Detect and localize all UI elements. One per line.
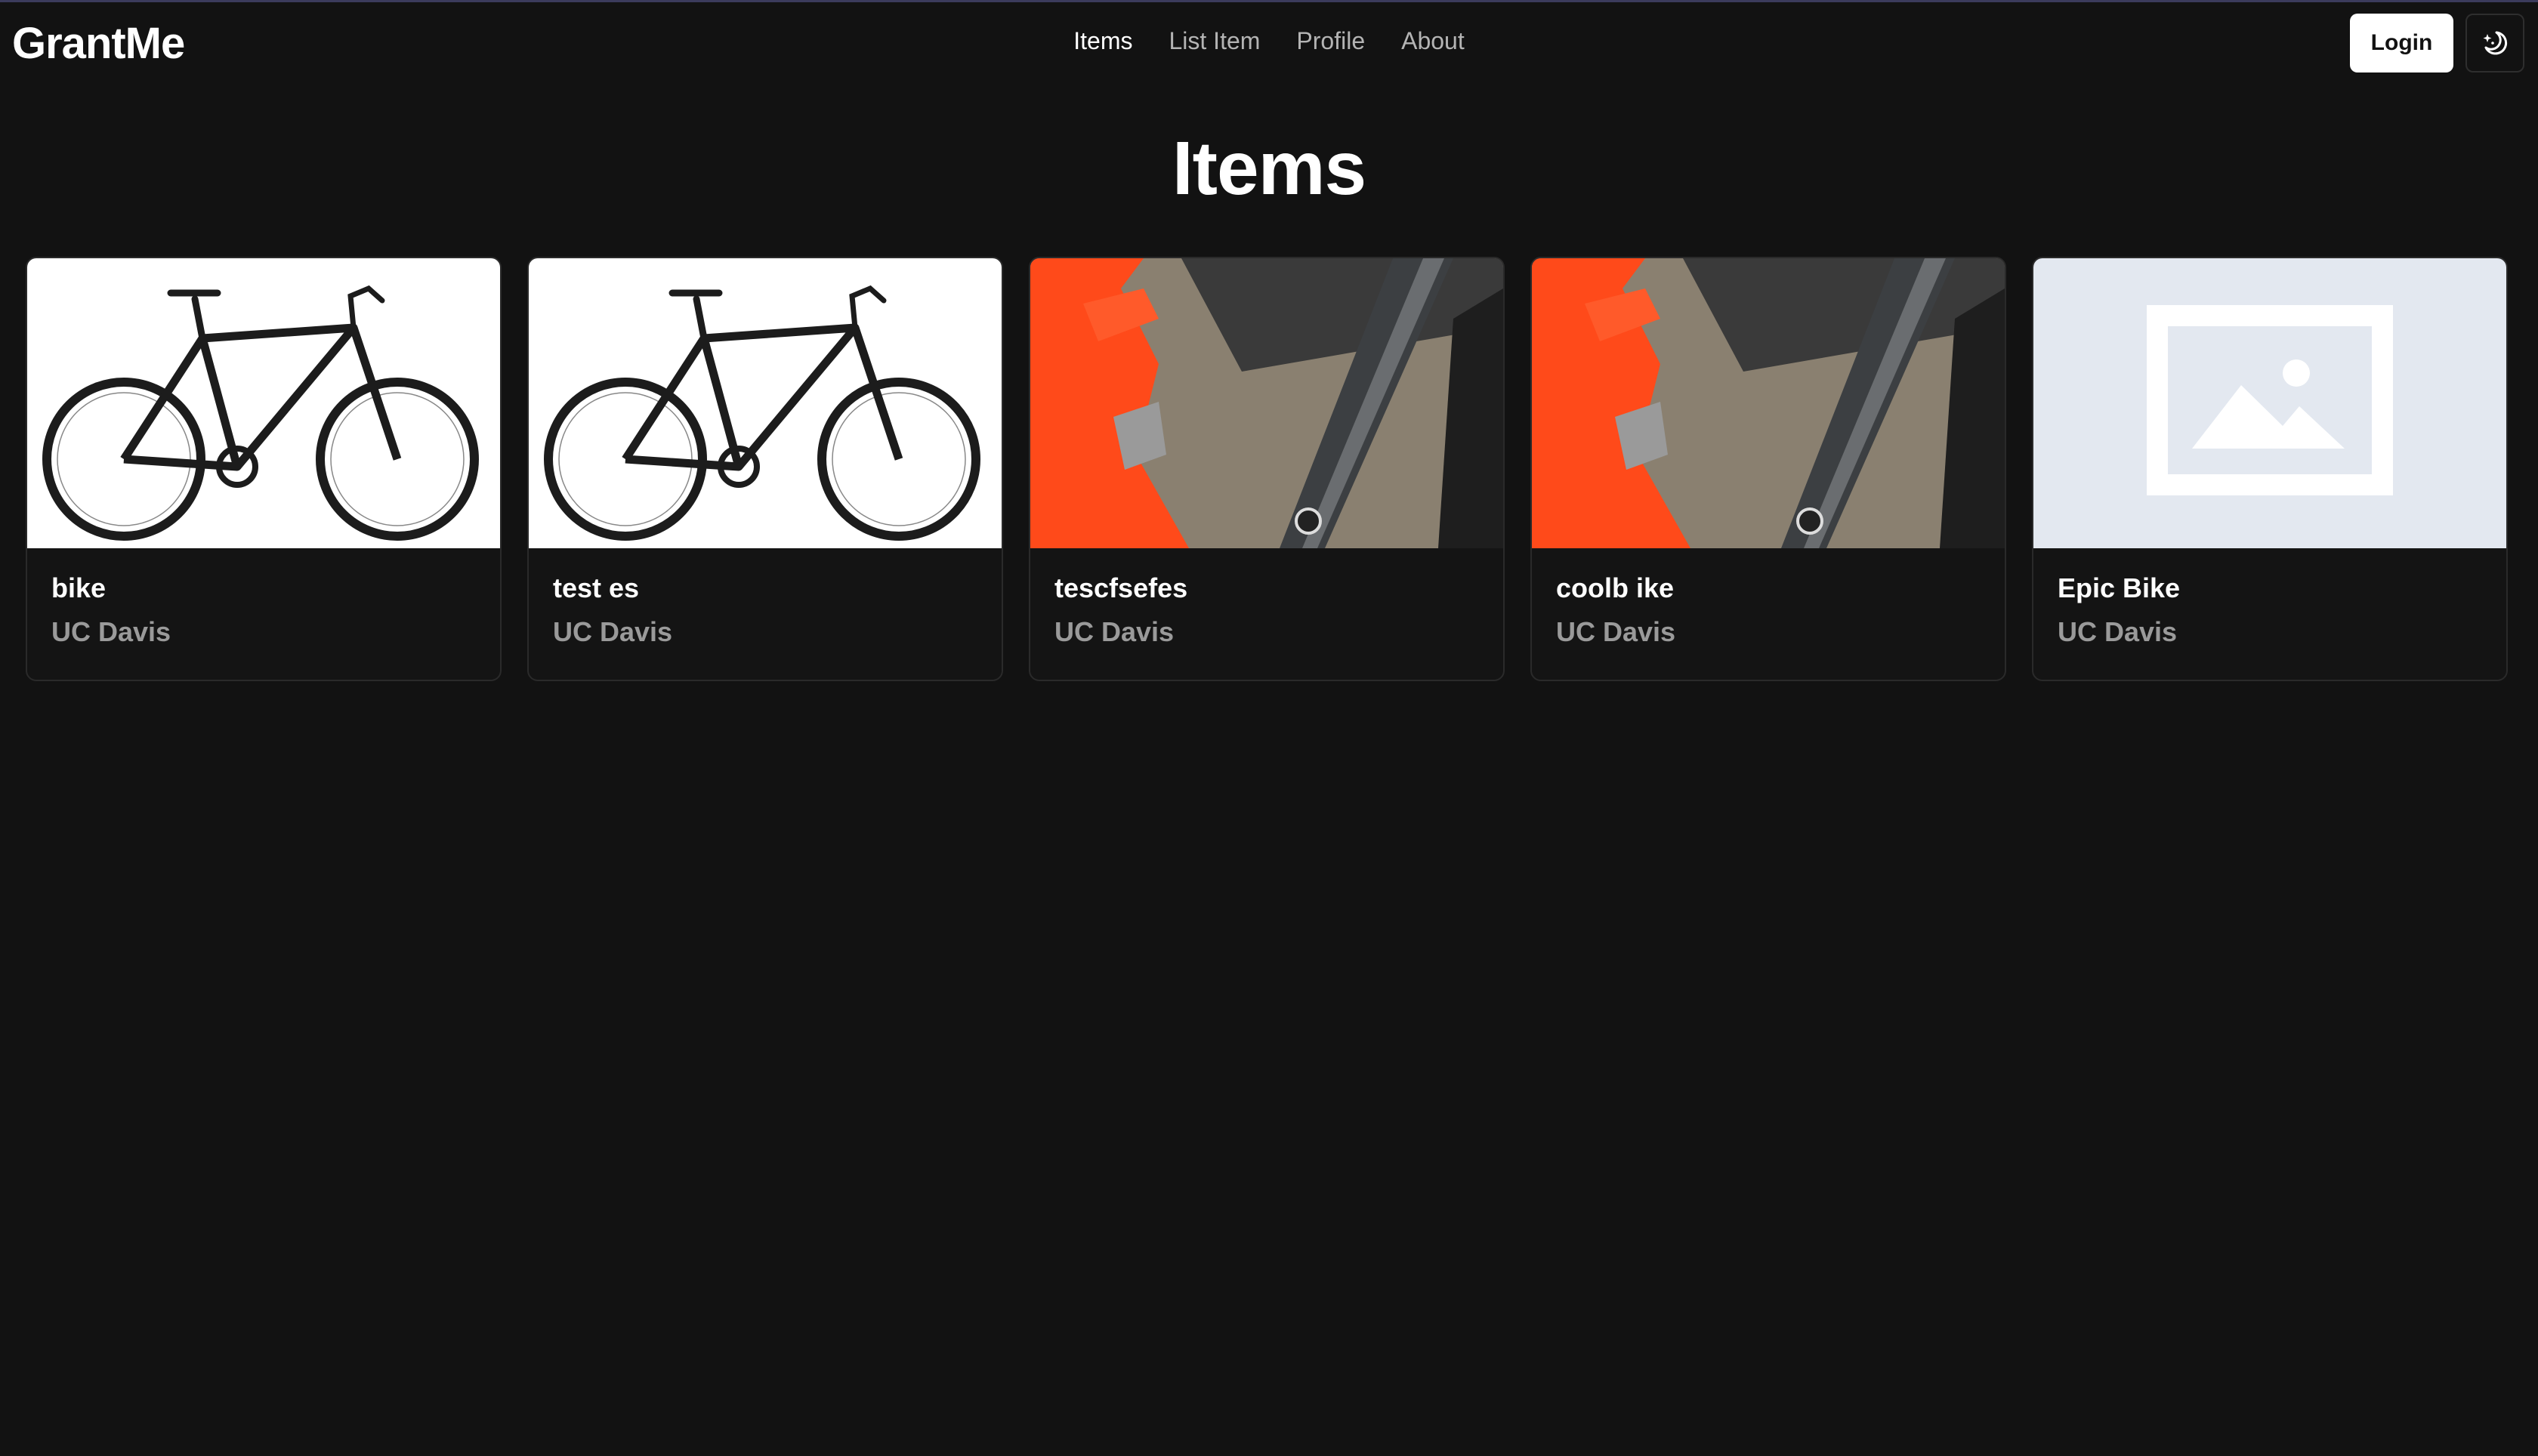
frame-closeup-photo [1030, 258, 1503, 548]
item-name[interactable]: tescfsefes [1054, 572, 1479, 604]
item-card[interactable]: bike UC Davis [26, 257, 502, 681]
item-location: UC Davis [1054, 616, 1175, 647]
frame-closeup-photo [1532, 258, 2005, 548]
item-name[interactable]: Epic Bike [2058, 572, 2482, 604]
moon-sparkle-icon [2483, 31, 2508, 55]
main-nav: Items List Item Profile About [0, 27, 2538, 55]
theme-toggle-button[interactable] [2465, 14, 2524, 72]
item-card[interactable]: tescfsefes UC Davis [1029, 257, 1505, 681]
item-card[interactable]: test es UC Davis [527, 257, 1003, 681]
image-placeholder-icon [2033, 258, 2506, 548]
item-card[interactable]: Epic Bike UC Davis [2032, 257, 2508, 681]
item-location: UC Davis [1556, 616, 1676, 647]
item-location: UC Davis [51, 616, 171, 647]
item-card[interactable]: coolb ike UC Davis [1530, 257, 2006, 681]
items-grid: bike UC Davis test es UC Davis tescfsefe… [26, 257, 2508, 681]
page-title: Items [1172, 126, 1366, 211]
bicycle-photo [27, 258, 500, 548]
top-navbar: GrantMe Items List Item Profile About Lo… [0, 0, 2538, 89]
nav-items[interactable]: Items [1073, 27, 1132, 55]
bicycle-photo [529, 258, 1002, 548]
login-button[interactable]: Login [2350, 14, 2453, 72]
item-name[interactable]: test es [553, 572, 977, 604]
item-location: UC Davis [553, 616, 673, 647]
item-name[interactable]: coolb ike [1556, 572, 1981, 604]
nav-profile[interactable]: Profile [1296, 27, 1365, 55]
item-name[interactable]: bike [51, 572, 476, 604]
item-location: UC Davis [2058, 616, 2178, 647]
nav-list-item[interactable]: List Item [1169, 27, 1260, 55]
nav-about[interactable]: About [1401, 27, 1465, 55]
